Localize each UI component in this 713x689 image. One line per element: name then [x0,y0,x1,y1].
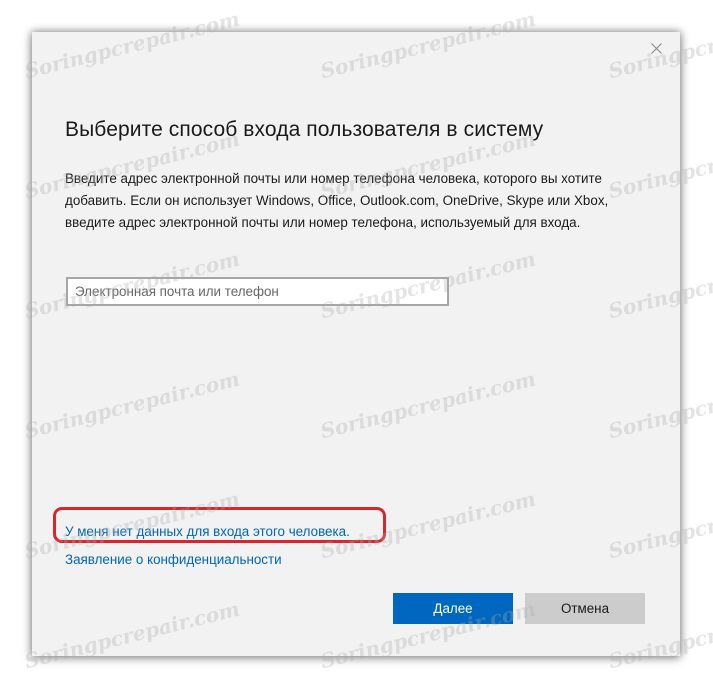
privacy-statement-link[interactable]: Заявление о конфиденциальности [65,552,282,567]
no-signin-info-link[interactable]: У меня нет данных для входа этого челове… [65,524,350,539]
close-button[interactable] [646,38,666,58]
screen: Выберите способ входа пользователя в сис… [0,0,713,689]
add-user-dialog: Выберите способ входа пользователя в сис… [32,32,680,656]
dialog-title: Выберите способ входа пользователя в сис… [65,118,544,141]
email-or-phone-input[interactable] [66,277,449,306]
close-icon [650,42,662,54]
cancel-button[interactable]: Отмена [525,593,645,624]
next-button[interactable]: Далее [393,593,513,624]
dialog-description: Введите адрес электронной почты или номе… [65,171,609,230]
